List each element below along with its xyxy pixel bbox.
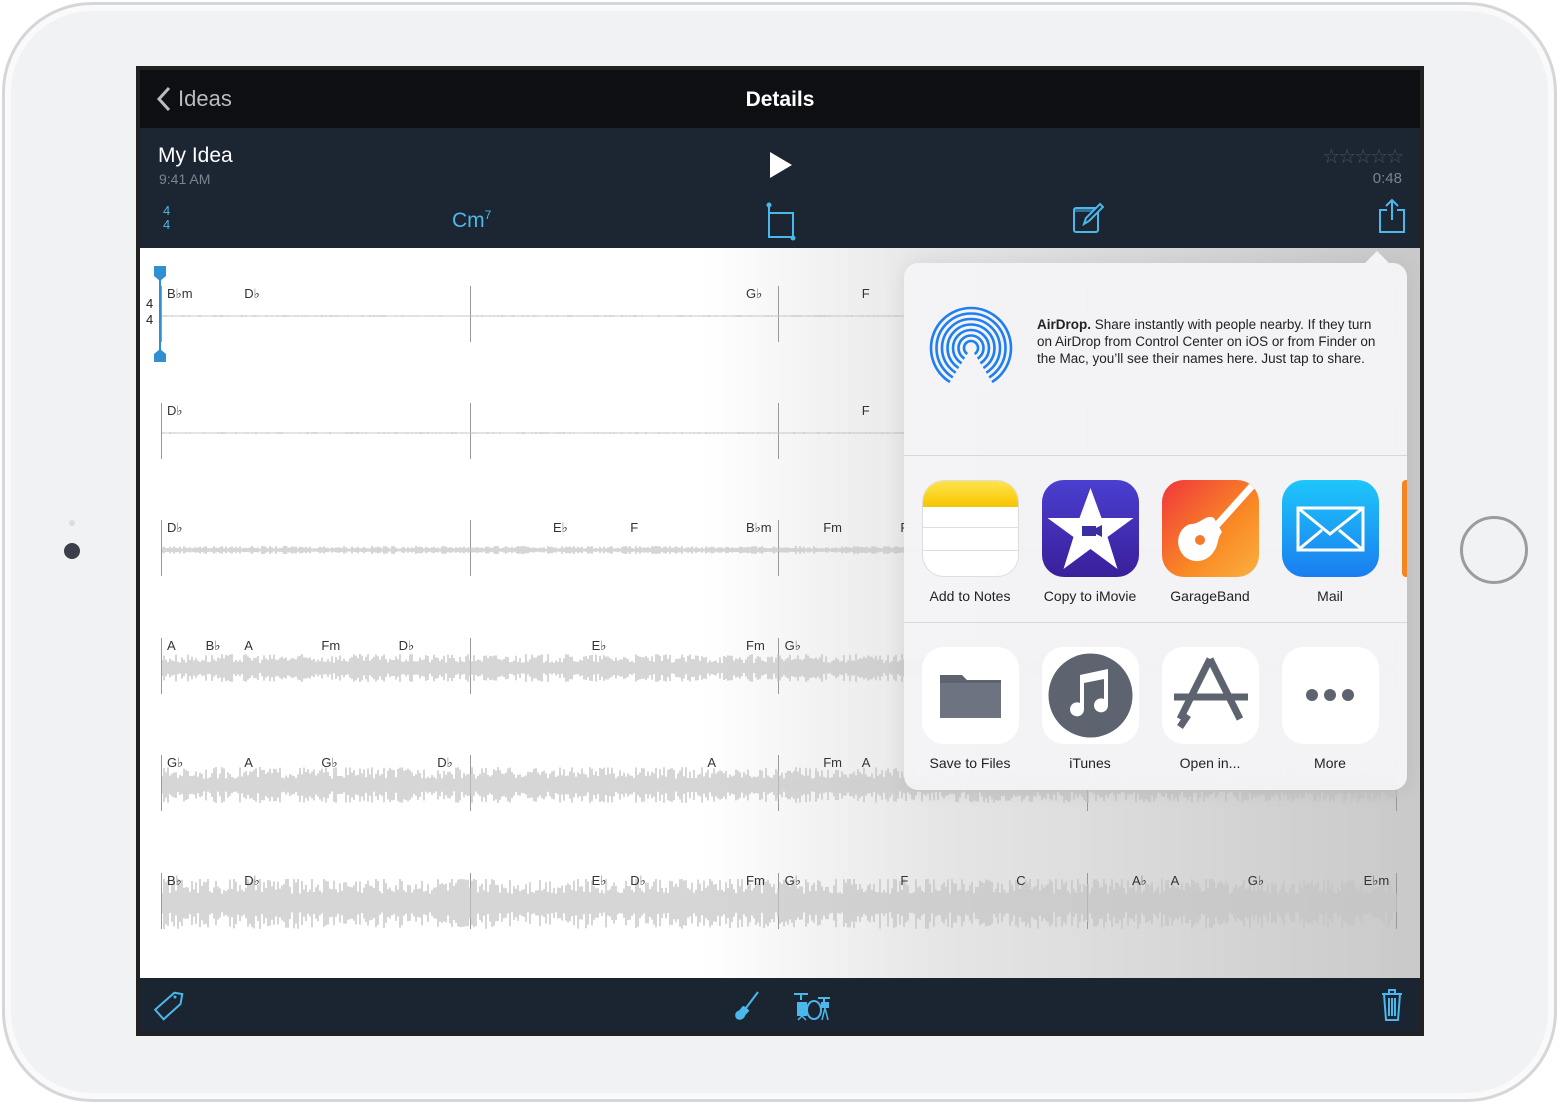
chord-label[interactable]: A — [244, 638, 253, 653]
navigation-bar: Ideas Details — [140, 70, 1420, 128]
app-label: Mail — [1317, 588, 1343, 604]
chord-label[interactable]: C — [1016, 873, 1025, 888]
chord-label[interactable]: F — [630, 520, 638, 535]
chord-label[interactable]: G♭ — [785, 873, 801, 889]
key-chord-ext: 7 — [484, 208, 492, 222]
action-itunes[interactable]: iTunes — [1030, 647, 1150, 771]
share-app-notes[interactable]: Add to Notes — [910, 480, 1030, 604]
chord-label[interactable]: F — [862, 403, 870, 418]
more-icon — [1281, 647, 1379, 744]
chord-label[interactable]: D♭ — [167, 403, 183, 419]
share-actions-row: Save to Files iTunes Open in... More — [904, 623, 1407, 789]
key-chord: Cm — [452, 209, 485, 232]
garageband-icon — [1161, 480, 1259, 577]
share-sheet: AirDrop. Share instantly with people nea… — [904, 251, 1407, 790]
guitar-icon[interactable] — [732, 990, 762, 1022]
idea-header: My Idea 9:41 AM ☆☆☆☆☆ 0:48 44 Cm7 — [140, 128, 1420, 248]
airdrop-title: AirDrop. — [1037, 317, 1091, 332]
chord-label[interactable]: G♭ — [167, 755, 183, 771]
page-title: Details — [745, 88, 815, 111]
chord-label[interactable]: F — [862, 286, 870, 301]
idea-name[interactable]: My Idea — [158, 144, 233, 168]
share-icon[interactable] — [1378, 198, 1406, 234]
chord-label[interactable]: G♭ — [321, 755, 337, 771]
chord-label[interactable]: Fm — [823, 520, 842, 535]
chord-label[interactable]: D♭ — [244, 286, 260, 302]
chord-label[interactable]: Fm — [823, 755, 842, 770]
bottom-toolbar — [140, 978, 1420, 1032]
chord-label[interactable]: B♭m — [167, 286, 193, 302]
chord-label[interactable]: G♭ — [1248, 873, 1264, 889]
action-more[interactable]: More — [1270, 647, 1390, 771]
action-label: More — [1314, 755, 1346, 771]
chord-label[interactable]: D♭ — [630, 873, 646, 889]
chord-label[interactable]: B♭ — [206, 638, 221, 654]
chord-label[interactable]: G♭ — [746, 286, 762, 302]
chord-label[interactable]: D♭ — [399, 638, 415, 654]
chord-label[interactable]: A — [707, 755, 716, 770]
action-open-in[interactable]: Open in... — [1150, 647, 1270, 771]
time-sig-top: 4 — [163, 203, 171, 218]
camera — [64, 543, 80, 559]
trim-icon[interactable] — [766, 202, 796, 242]
chord-label[interactable]: Fm — [321, 638, 340, 653]
chord-label[interactable]: D♭ — [437, 755, 453, 771]
share-app-imovie[interactable]: Copy to iMovie — [1030, 480, 1150, 604]
next-app-edge — [1402, 480, 1407, 577]
play-icon[interactable] — [768, 150, 794, 180]
chord-label[interactable]: B♭ — [167, 873, 182, 889]
airdrop-icon[interactable] — [928, 305, 1014, 391]
sensor — [69, 520, 75, 526]
chord-label[interactable]: D♭ — [167, 520, 183, 536]
time-sig-bottom: 4 — [163, 217, 171, 232]
folder-icon — [921, 647, 1019, 744]
app-label: Copy to iMovie — [1043, 588, 1137, 604]
chord-label[interactable]: Fm — [746, 638, 765, 653]
share-app-mail[interactable]: Mail — [1270, 480, 1390, 604]
star-rating[interactable]: ☆☆☆☆☆ — [1322, 144, 1404, 169]
key-button[interactable]: Cm7 — [452, 208, 491, 233]
idea-time: 9:41 AM — [159, 171, 211, 187]
chord-label[interactable]: E♭ — [553, 520, 568, 536]
notes-icon — [921, 480, 1019, 577]
itunes-icon — [1041, 647, 1139, 744]
action-save-to-files[interactable]: Save to Files — [910, 647, 1030, 771]
drums-icon[interactable] — [792, 990, 832, 1022]
airdrop-section[interactable]: AirDrop. Share instantly with people nea… — [904, 263, 1407, 456]
time-signature-button[interactable]: 44 — [163, 204, 170, 232]
share-apps-row: Add to Notes Copy to iMovie GarageBand M… — [904, 456, 1407, 623]
track-row[interactable]: B♭ D♭ E♭ D♭ Fm G♭ F C A♭ A G♭ E♭m — [140, 873, 1420, 933]
mail-icon — [1281, 480, 1379, 577]
chord-label[interactable]: B♭m — [746, 520, 772, 536]
tag-icon[interactable] — [154, 990, 184, 1022]
app-store-icon — [1161, 647, 1259, 744]
edit-icon[interactable] — [1072, 202, 1104, 234]
action-label: Save to Files — [929, 755, 1011, 771]
chord-label[interactable]: G♭ — [785, 638, 801, 654]
trash-icon[interactable] — [1380, 988, 1404, 1022]
app-label: Add to Notes — [929, 588, 1011, 604]
airdrop-description: AirDrop. Share instantly with people nea… — [1037, 316, 1387, 367]
chord-label[interactable]: A♭ — [1132, 873, 1147, 889]
home-button[interactable] — [1460, 516, 1528, 584]
chord-label[interactable]: E♭ — [592, 638, 607, 654]
waveform — [162, 879, 1397, 929]
imovie-icon — [1041, 480, 1139, 577]
chord-label[interactable]: E♭ — [592, 873, 607, 889]
chord-label[interactable]: Fm — [746, 873, 765, 888]
chord-label[interactable]: A — [862, 755, 871, 770]
chord-label[interactable]: E♭m — [1364, 873, 1390, 889]
duration: 0:48 — [1372, 170, 1402, 187]
chord-label[interactable]: D♭ — [244, 873, 260, 889]
chord-label[interactable]: A — [244, 755, 253, 770]
action-label: iTunes — [1069, 755, 1111, 771]
share-app-garageband[interactable]: GarageBand — [1150, 480, 1270, 604]
chord-label[interactable]: A — [1171, 873, 1180, 888]
action-label: Open in... — [1179, 755, 1241, 771]
chord-label[interactable]: A — [167, 638, 176, 653]
app-label: GarageBand — [1170, 588, 1250, 604]
chord-label[interactable]: F — [900, 873, 908, 888]
